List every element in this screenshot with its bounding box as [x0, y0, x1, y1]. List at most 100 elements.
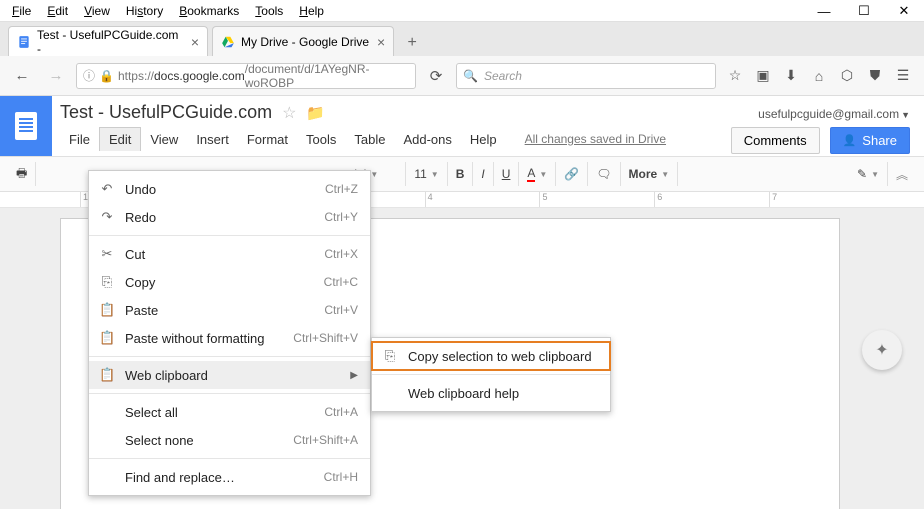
- menu-icon: ↷: [99, 209, 115, 225]
- docs-menu-format[interactable]: Format: [238, 128, 297, 151]
- underline-button[interactable]: U: [494, 162, 520, 186]
- reload-button[interactable]: ⟳: [422, 62, 450, 90]
- menu-label: Select none: [125, 433, 283, 448]
- forward-button[interactable]: →: [42, 62, 70, 90]
- menu-icon: 📋: [99, 302, 115, 318]
- menu-icon: ↶: [99, 181, 115, 197]
- menu-label: Redo: [125, 210, 314, 225]
- menu-item-undo[interactable]: ↶UndoCtrl+Z: [89, 175, 370, 203]
- shield-icon[interactable]: ⛊: [862, 63, 888, 89]
- back-button[interactable]: ←: [8, 62, 36, 90]
- menu-label: Web clipboard help: [408, 386, 598, 401]
- menu-icon: ⎘: [382, 348, 398, 364]
- browser-tab[interactable]: My Drive - Google Drive ×: [212, 26, 394, 56]
- docs-app: Test - UsefulPCGuide.com ☆ 📁 File Edit V…: [0, 96, 924, 509]
- menu-item-paste[interactable]: 📋PasteCtrl+V: [89, 296, 370, 324]
- maximize-button[interactable]: ☐: [844, 0, 884, 22]
- menu-shortcut: Ctrl+Shift+A: [293, 433, 358, 447]
- save-status[interactable]: All changes saved in Drive: [516, 128, 675, 150]
- menu-item-web-clipboard[interactable]: 📋Web clipboard▶: [89, 361, 370, 389]
- more-button[interactable]: More▼: [621, 162, 679, 186]
- share-button[interactable]: 👤Share: [830, 127, 910, 154]
- pocket-icon[interactable]: ⬡: [834, 63, 860, 89]
- lock-icon: 🔒: [99, 69, 114, 83]
- docs-menu-tools[interactable]: Tools: [297, 128, 345, 151]
- docs-logo[interactable]: [0, 96, 52, 156]
- menu-item-copy[interactable]: ⎘CopyCtrl+C: [89, 268, 370, 296]
- print-button[interactable]: 🖶: [8, 162, 36, 186]
- feed-icon[interactable]: ▣: [750, 63, 776, 89]
- search-box[interactable]: 🔍 Search: [456, 63, 716, 89]
- text-color-button[interactable]: A▼: [519, 162, 556, 186]
- ruler-tick: 6: [654, 192, 769, 207]
- browser-tabbar: Test - UsefulPCGuide.com - × My Drive - …: [0, 22, 924, 56]
- browser-menu-file[interactable]: File: [4, 2, 39, 20]
- address-bar[interactable]: ⓘ 🔒 https://docs.google.com/document/d/1…: [76, 63, 416, 89]
- search-icon: 🔍: [463, 69, 478, 83]
- minimize-button[interactable]: —: [804, 0, 844, 22]
- tab-close-icon[interactable]: ×: [191, 34, 199, 50]
- browser-menu-view[interactable]: View: [76, 2, 118, 20]
- person-icon: 👤: [843, 134, 857, 147]
- docs-menu-file[interactable]: File: [60, 128, 99, 151]
- menu-item-cut[interactable]: ✂CutCtrl+X: [89, 240, 370, 268]
- menu-icon[interactable]: ☰: [890, 63, 916, 89]
- download-icon[interactable]: ⬇: [778, 63, 804, 89]
- comment-button[interactable]: 🗨: [588, 162, 620, 186]
- user-email[interactable]: usefulpcguide@gmail.com▼: [758, 107, 910, 121]
- collapse-toolbar-icon[interactable]: ︽: [888, 166, 916, 183]
- submenu-item-copy-selection-to-web-clipboard[interactable]: ⎘ Copy selection to web clipboard: [372, 342, 610, 370]
- ruler-tick: 5: [539, 192, 654, 207]
- tab-close-icon[interactable]: ×: [377, 34, 385, 50]
- browser-menu-history[interactable]: History: [118, 2, 171, 20]
- comments-button[interactable]: Comments: [731, 127, 820, 154]
- explore-fab[interactable]: ✦: [862, 330, 902, 370]
- menu-item-redo[interactable]: ↷RedoCtrl+Y: [89, 203, 370, 231]
- close-button[interactable]: ✕: [884, 0, 924, 22]
- search-placeholder: Search: [484, 69, 522, 83]
- submenu-item-web-clipboard-help[interactable]: Web clipboard help: [372, 379, 610, 407]
- docs-favicon-icon: [17, 35, 31, 49]
- ruler-tick: 7: [769, 192, 884, 207]
- menu-label: Copy selection to web clipboard: [408, 349, 598, 364]
- menu-shortcut: Ctrl+Shift+V: [293, 331, 358, 345]
- docs-header: Test - UsefulPCGuide.com ☆ 📁 File Edit V…: [0, 96, 924, 156]
- menu-label: Cut: [125, 247, 314, 262]
- link-button[interactable]: 🔗: [556, 162, 588, 186]
- star-icon[interactable]: ☆: [282, 103, 296, 123]
- menu-item-find-and-replace-[interactable]: Find and replace…Ctrl+H: [89, 463, 370, 491]
- menu-item-paste-without-formatting[interactable]: 📋Paste without formattingCtrl+Shift+V: [89, 324, 370, 352]
- docs-menu-table[interactable]: Table: [345, 128, 394, 151]
- docs-menu-view[interactable]: View: [141, 128, 187, 151]
- menu-separator: [89, 235, 370, 236]
- url-path: /document/d/1AYegNR-woROBP: [245, 62, 409, 90]
- browser-menubar: File Edit View History Bookmarks Tools H…: [0, 0, 924, 22]
- menu-item-select-all[interactable]: Select allCtrl+A: [89, 398, 370, 426]
- browser-menu-edit[interactable]: Edit: [39, 2, 76, 20]
- document-title[interactable]: Test - UsefulPCGuide.com: [60, 102, 272, 123]
- edit-dropdown: ↶UndoCtrl+Z↷RedoCtrl+Y✂CutCtrl+X⎘CopyCtr…: [88, 170, 371, 496]
- bookmark-star-icon[interactable]: ☆: [722, 63, 748, 89]
- font-size-select[interactable]: 11▼: [406, 162, 447, 186]
- menu-item-select-none[interactable]: Select none Ctrl+Shift+A: [89, 426, 370, 454]
- menu-label: Web clipboard: [125, 368, 340, 383]
- browser-menu-tools[interactable]: Tools: [247, 2, 291, 20]
- folder-icon[interactable]: 📁: [306, 104, 325, 122]
- bold-button[interactable]: B: [448, 162, 474, 186]
- docs-menu-insert[interactable]: Insert: [187, 128, 238, 151]
- docs-menu-addons[interactable]: Add-ons: [394, 128, 460, 151]
- new-tab-button[interactable]: +: [398, 30, 426, 56]
- docs-menu-edit[interactable]: Edit: [99, 127, 141, 151]
- menu-label: Find and replace…: [125, 470, 314, 485]
- browser-menu-help[interactable]: Help: [291, 2, 332, 20]
- home-icon[interactable]: ⌂: [806, 63, 832, 89]
- browser-menu-bookmarks[interactable]: Bookmarks: [171, 2, 247, 20]
- italic-button[interactable]: I: [473, 162, 493, 186]
- docs-menu-help[interactable]: Help: [461, 128, 506, 151]
- menu-label: Paste: [125, 303, 314, 318]
- menu-separator: [372, 374, 610, 375]
- browser-tab[interactable]: Test - UsefulPCGuide.com - ×: [8, 26, 208, 56]
- tab-title: My Drive - Google Drive: [241, 35, 369, 49]
- editing-mode-button[interactable]: ✎▼: [849, 162, 888, 186]
- tab-title: Test - UsefulPCGuide.com -: [37, 28, 183, 56]
